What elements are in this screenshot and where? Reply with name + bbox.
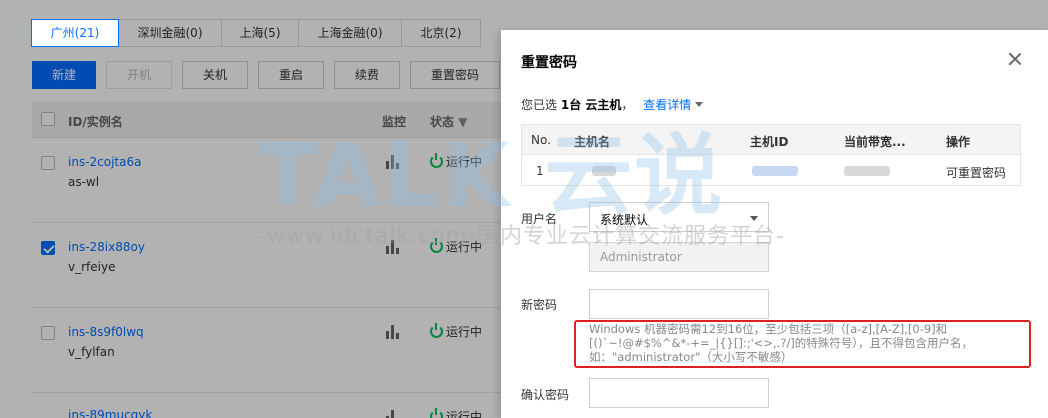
dialog-title: 重置密码: [521, 55, 577, 71]
confirm-password-input[interactable]: [589, 378, 769, 408]
watermark-logo: TALK 云说: [258, 124, 725, 227]
column-bandwidth: 当前带宽...: [844, 135, 906, 149]
tab-guangzhou[interactable]: 广州(21): [31, 19, 119, 47]
column-hostid: 主机ID: [750, 135, 789, 149]
close-icon[interactable]: [1008, 52, 1022, 66]
row-action: 可重置密码: [946, 166, 1007, 180]
confirm-password-label: 确认密码: [521, 388, 570, 402]
hostid-redacted: [752, 166, 798, 176]
new-password-label: 新密码: [521, 298, 558, 312]
bandwidth-redacted: [844, 166, 890, 176]
password-rule-hint: Windows 机器密码需12到16位，至少包括三项（[a-z],[A-Z],[…: [589, 322, 974, 364]
watermark-url: -www.idctalk.com-国内专业云计算交流服务平台-: [258, 224, 785, 249]
column-action: 操作: [946, 135, 971, 149]
new-password-input[interactable]: [589, 289, 769, 319]
